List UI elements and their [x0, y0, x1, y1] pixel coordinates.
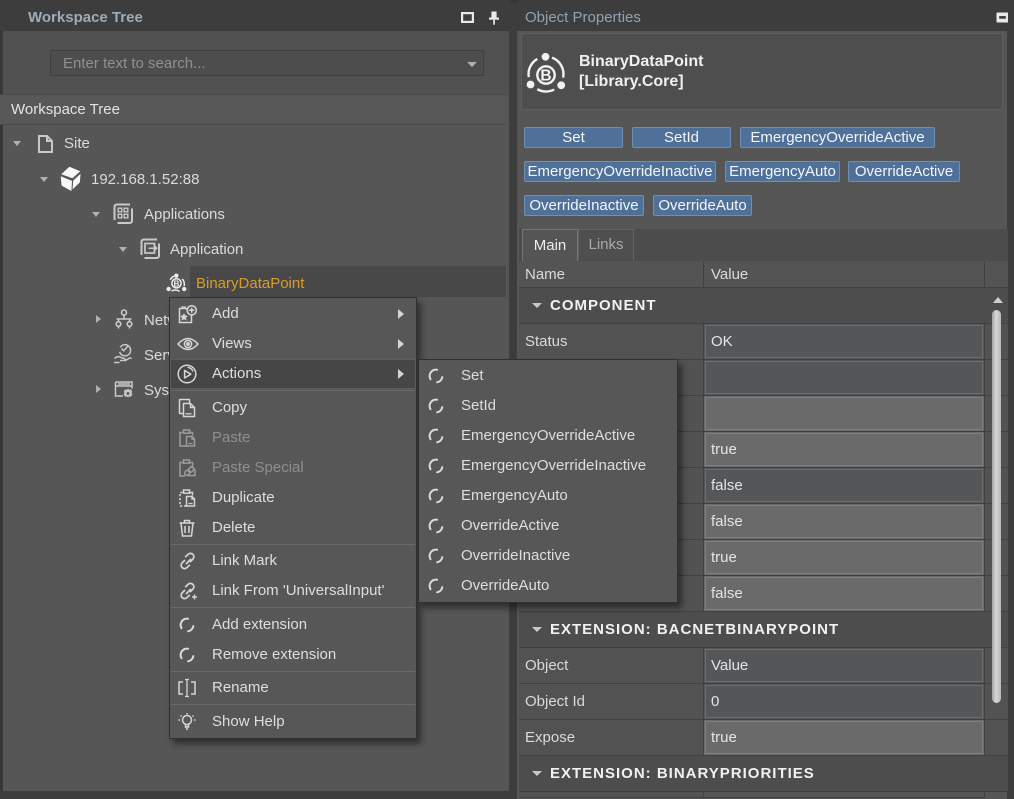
svg-text:B: B: [540, 68, 551, 85]
svg-text:B: B: [174, 279, 180, 288]
